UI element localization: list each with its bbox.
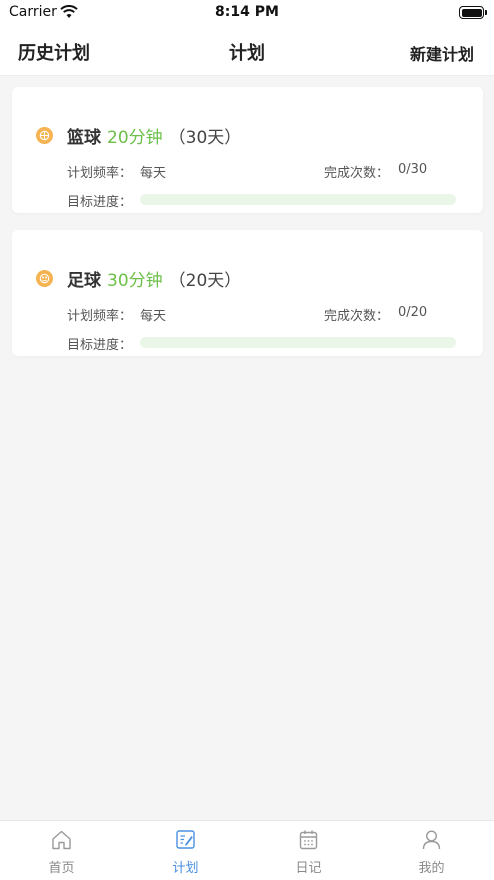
plan-title: 足球 30分钟 （20天） [67, 266, 241, 291]
tab-home[interactable]: 首页 [0, 821, 123, 880]
frequency-label: 计划频率： [67, 309, 133, 324]
tab-label: 日记 [295, 861, 322, 876]
plan-days: （20天） [168, 271, 242, 291]
plan-icon [176, 830, 195, 849]
progress-label: 目标进度： [67, 195, 133, 210]
count-label: 完成次数： [324, 309, 390, 324]
count-value: 0/30 [398, 162, 428, 177]
plan-duration: 30分钟 [107, 271, 163, 291]
nav-bar: 历史计划 计划 新建计划 [0, 26, 494, 76]
count-value: 0/20 [398, 305, 428, 320]
tab-diary[interactable]: 日记 [247, 821, 370, 880]
tab-label: 首页 [48, 861, 75, 876]
plan-card[interactable]: 篮球 20分钟 （30天） 计划频率： 每天 完成次数： 0/30 目标进度： [12, 87, 483, 213]
tab-mine[interactable]: 我的 [370, 821, 493, 880]
plan-days: （30天） [168, 128, 242, 148]
status-time: 8:14 PM [215, 4, 279, 20]
tab-plan[interactable]: 计划 [124, 821, 247, 880]
plan-name: 篮球 [67, 128, 101, 148]
tab-bar: 首页 计划 日记 我的 [0, 820, 494, 880]
plan-title: 篮球 20分钟 （30天） [67, 123, 241, 148]
tab-label: 计划 [172, 861, 199, 876]
status-bar: Carrier 8:14 PM [0, 0, 494, 26]
tab-label: 我的 [418, 861, 445, 876]
progress-bar [140, 337, 456, 348]
progress-label: 目标进度： [67, 338, 133, 353]
basketball-icon [36, 127, 53, 144]
plan-name: 足球 [67, 271, 101, 291]
plan-card[interactable]: 足球 30分钟 （20天） 计划频率： 每天 完成次数： 0/20 目标进度： [12, 230, 483, 356]
new-plan-button[interactable]: 新建计划 [410, 41, 474, 65]
user-icon [422, 830, 441, 850]
progress-bar [140, 194, 456, 205]
count-label: 完成次数： [324, 166, 390, 181]
plan-duration: 20分钟 [107, 128, 163, 148]
frequency-label: 计划频率： [67, 166, 133, 181]
frequency-value: 每天 [140, 309, 167, 324]
soccer-icon [36, 270, 53, 287]
calendar-icon [299, 830, 318, 850]
home-icon [52, 830, 71, 850]
frequency-value: 每天 [140, 166, 167, 181]
battery-icon [459, 6, 487, 19]
